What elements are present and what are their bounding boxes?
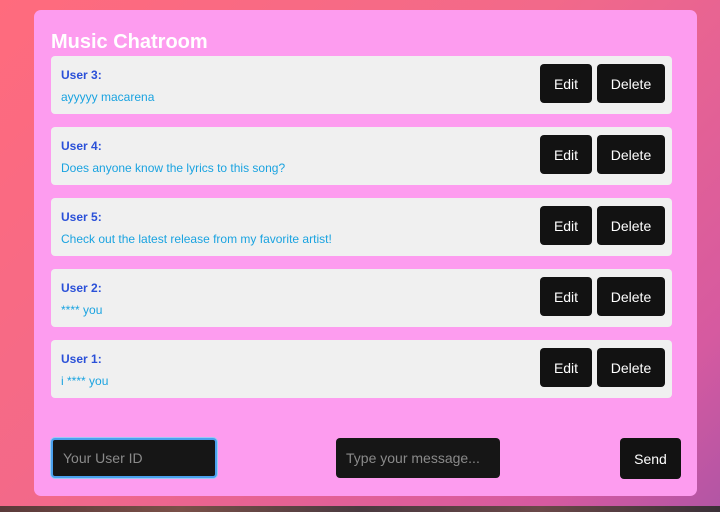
edit-button[interactable]: Edit xyxy=(540,206,592,245)
message-text: Does anyone know the lyrics to this song… xyxy=(61,161,286,175)
message-input[interactable] xyxy=(336,438,500,478)
delete-button[interactable]: Delete xyxy=(597,135,665,174)
message-text: ayyyyy macarena xyxy=(61,90,155,104)
message-item: User 3: ayyyyy macarena Edit Delete xyxy=(51,56,672,114)
page-title: Music Chatroom xyxy=(51,31,208,53)
message-username: User 5: xyxy=(61,210,102,224)
message-username: User 4: xyxy=(61,139,102,153)
message-username: User 3: xyxy=(61,68,102,82)
edit-button[interactable]: Edit xyxy=(540,135,592,174)
message-text: **** you xyxy=(61,303,103,317)
message-username: User 1: xyxy=(61,352,102,366)
edit-button[interactable]: Edit xyxy=(540,277,592,316)
delete-button[interactable]: Delete xyxy=(597,206,665,245)
message-username: User 2: xyxy=(61,281,102,295)
message-item: User 4: Does anyone know the lyrics to t… xyxy=(51,127,672,185)
message-text: Check out the latest release from my fav… xyxy=(61,232,332,246)
chatroom-panel: Music Chatroom User 3: ayyyyy macarena E… xyxy=(34,10,697,496)
delete-button[interactable]: Delete xyxy=(597,64,665,103)
user-id-input[interactable] xyxy=(51,438,217,478)
message-item: User 5: Check out the latest release fro… xyxy=(51,198,672,256)
edit-button[interactable]: Edit xyxy=(540,64,592,103)
delete-button[interactable]: Delete xyxy=(597,348,665,387)
message-item: User 2: **** you Edit Delete xyxy=(51,269,672,327)
send-button[interactable]: Send xyxy=(620,438,681,479)
delete-button[interactable]: Delete xyxy=(597,277,665,316)
message-item: User 1: i **** you Edit Delete xyxy=(51,340,672,398)
page: { "app": { "title": "Music Chatroom" }, … xyxy=(0,0,720,512)
message-text: i **** you xyxy=(61,374,109,388)
edit-button[interactable]: Edit xyxy=(540,348,592,387)
desktop-strip xyxy=(0,506,720,512)
message-list: User 3: ayyyyy macarena Edit Delete User… xyxy=(51,56,672,411)
